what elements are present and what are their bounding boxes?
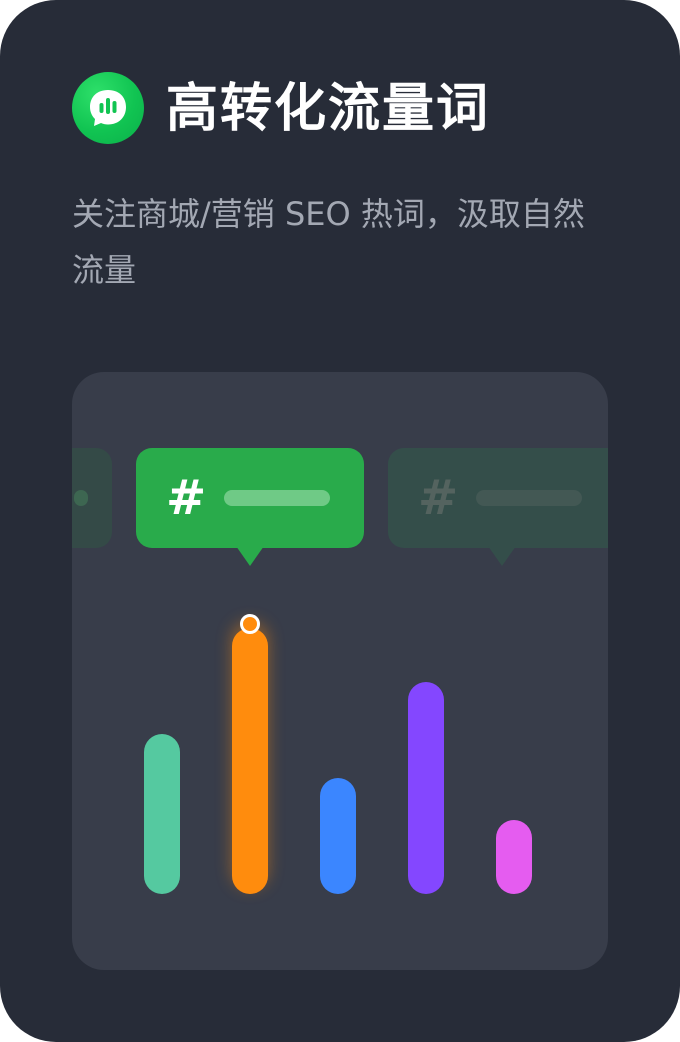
hash-icon: # (418, 470, 459, 526)
tag-pointer (236, 546, 264, 566)
keyword-tag-next: # (388, 448, 608, 566)
tag-text-placeholder (476, 490, 582, 506)
feature-card: 高转化流量词 关注商城/营销 SEO 热词，汲取自然流量 # # (0, 0, 680, 1042)
keyword-chart-panel: # # (72, 372, 608, 970)
tag-pointer (488, 546, 516, 566)
card-subtitle: 关注商城/营销 SEO 热词，汲取自然流量 (72, 195, 585, 289)
keyword-tag-active: # (136, 448, 364, 566)
tag-text-placeholder (224, 490, 330, 506)
keyword-tag-previous (72, 448, 112, 548)
chat-bars-icon (72, 72, 144, 144)
card-title: 高转化流量词 (166, 79, 491, 139)
hash-icon: # (166, 470, 207, 526)
bar-peak-marker (240, 614, 260, 634)
tag-bar-placeholder (74, 490, 88, 506)
chart-bar (496, 820, 532, 894)
chart-bar (232, 628, 268, 894)
chart-bar (408, 682, 444, 894)
chart-bar (144, 734, 180, 894)
chart-bar (320, 778, 356, 894)
